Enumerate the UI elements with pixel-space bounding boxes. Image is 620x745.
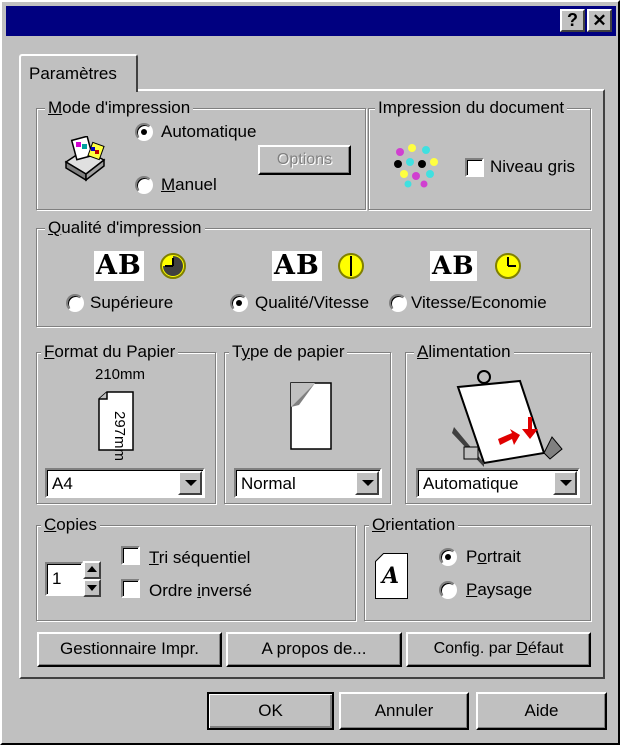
auto-label: Automatique [161,122,257,141]
tab-panel: Mode d'impression Automatique Manuel Opt… [19,89,605,679]
clock-slow-icon [160,253,186,279]
tab-parametres[interactable]: Paramètres [19,54,138,92]
quality-superior-radio[interactable] [66,294,84,312]
portrait-label: Portrait [466,547,521,566]
close-icon[interactable]: ✕ [587,9,612,32]
feed-title: Alimentation [414,342,514,362]
auto-radio[interactable] [135,123,153,141]
quality-fast-radio[interactable] [389,294,407,312]
ok-button[interactable]: OK [207,692,334,730]
orientation-title: Orientation [369,515,459,535]
tab-label: Paramètres [29,64,117,83]
options-button[interactable]: Options [258,145,351,175]
collate-checkbox[interactable] [121,546,140,565]
paper-type-title: Type de papier [229,342,348,362]
cancel-button[interactable]: Annuler [339,692,469,730]
feed-group: Alimentation Automatique [405,342,591,504]
landscape-label: Paysage [466,580,533,599]
reverse-order-checkbox[interactable] [121,579,140,598]
quality-title: Qualité d'impression [45,218,205,238]
manual-radio[interactable] [135,176,153,194]
color-drops-icon [392,140,440,188]
paper-height-label: 297mm [111,411,128,462]
title-bar: ? ✕ [6,6,616,36]
copies-value: 1 [52,569,62,588]
document-print-group: Impression du document Niveau gris [368,98,591,210]
quality-sample-high: AB [94,250,144,281]
print-settings-dialog: ? ✕ Paramètres Mode d'impression Automat… [0,0,620,745]
quality-fast-label: Vitesse/Economie [411,293,547,312]
portrait-page-icon: A [375,553,408,599]
landscape-radio[interactable] [439,581,457,599]
copies-input[interactable]: 1 [45,562,83,596]
spin-down-button[interactable] [83,579,101,597]
print-mode-group: Mode d'impression Automatique Manuel Opt… [36,98,366,210]
paper-type-value: Normal [241,474,296,493]
quality-sample-medium: AB [272,250,322,281]
arrow-up-icon [87,566,97,572]
copies-group: Copies 1 Tri séquentiel Ordre inversé [36,515,356,621]
orientation-group: Orientation A Portrait Paysage [364,515,591,621]
paper-width-label: 210mm [95,366,146,383]
quality-sample-fast: AB [430,251,477,281]
quality-superior-label: Supérieure [90,293,174,312]
chevron-down-icon[interactable] [355,471,379,495]
printer-manager-button[interactable]: Gestionnaire Impr. [37,632,222,667]
help-button[interactable]: Aide [476,692,607,730]
chevron-down-icon[interactable] [553,471,577,495]
copies-title: Copies [41,515,100,535]
reverse-order-label: Ordre inversé [149,581,252,600]
portrait-radio[interactable] [439,548,457,566]
manual-label: Manuel [161,175,217,194]
about-button[interactable]: A propos de... [226,632,402,667]
paper-format-select[interactable]: A4 [45,468,205,498]
printer-icon [62,135,108,182]
clock-medium-icon [338,253,364,279]
paper-tray-icon [444,367,566,472]
paper-format-title: Format du Papier [41,342,179,362]
feed-select[interactable]: Automatique [416,468,580,498]
feed-value: Automatique [423,474,519,493]
quality-group: Qualité d'impression AB AB AB Supérieure… [36,218,591,327]
paper-type-group: Type de papier Normal [224,342,391,504]
grayscale-label: Niveau gris [490,157,576,176]
chevron-down-icon[interactable] [178,471,202,495]
arrow-down-icon [87,585,97,591]
quality-balanced-radio[interactable] [230,294,248,312]
quality-balanced-label: Qualité/Vitesse [255,293,370,312]
orientation-letter: A [382,563,400,589]
clock-fast-icon [495,253,521,279]
help-icon[interactable]: ? [560,9,585,32]
paper-format-value: A4 [52,474,73,493]
spin-up-button[interactable] [83,561,101,579]
defaults-button[interactable]: Config. par Défaut [406,632,591,667]
paper-sheet-icon [285,381,333,456]
paper-format-group: Format du Papier 210mm 297mm A4 [36,342,216,504]
grayscale-checkbox[interactable] [465,158,484,177]
document-print-title: Impression du document [375,98,568,118]
print-mode-title: Mode d'impression [45,98,194,118]
paper-type-select[interactable]: Normal [234,468,382,498]
collate-label: Tri séquentiel [149,548,251,567]
